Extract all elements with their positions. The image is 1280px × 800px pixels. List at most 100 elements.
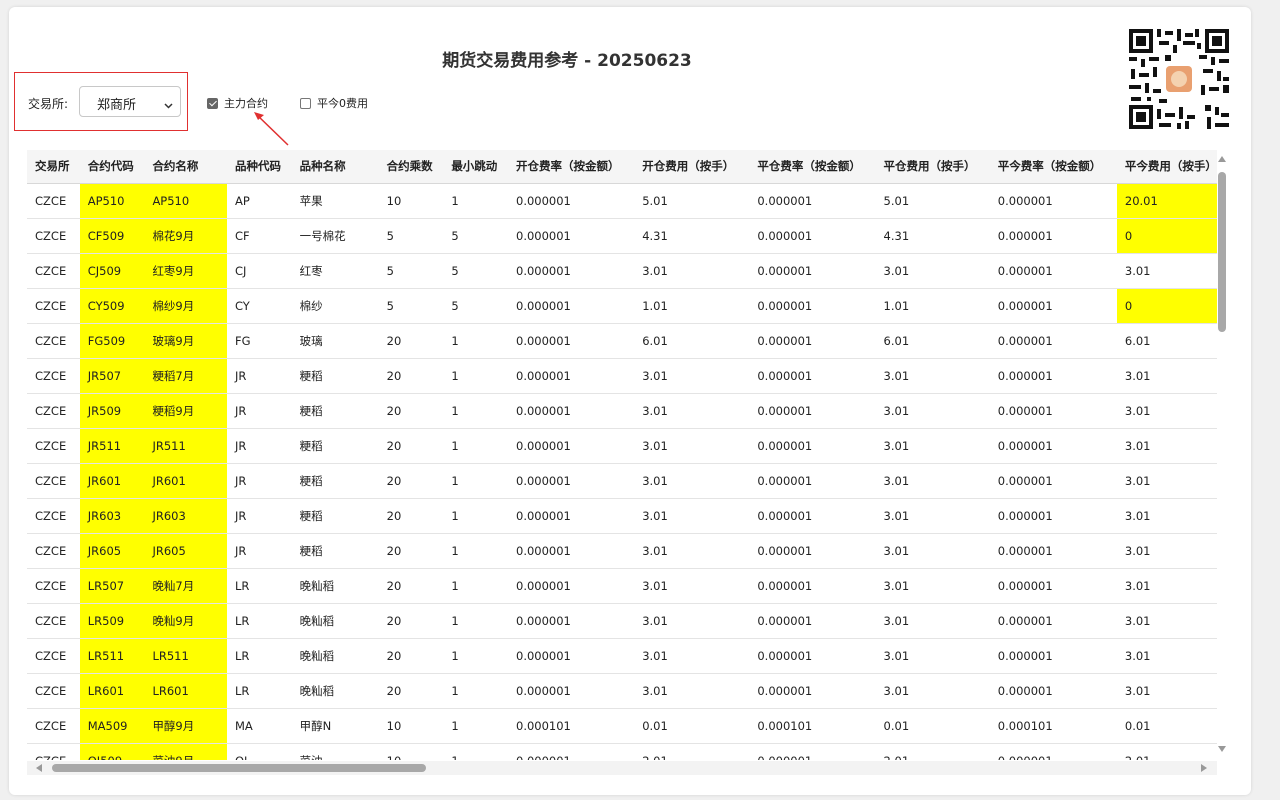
table-cell: 0.000001 xyxy=(508,428,635,464)
table-row[interactable]: CZCE CF509 棉花9月 CF 一号棉花 5 5 0.000001 4.31 0.00000… xyxy=(27,218,1217,254)
table-cell: 5 xyxy=(443,288,508,324)
table-cell: 0.000101 xyxy=(508,708,635,744)
exchange-select[interactable]: 郑商所 xyxy=(79,86,181,117)
table-cell: 20 xyxy=(378,603,444,639)
table-cell: 2.01 xyxy=(875,743,990,760)
table-cell: CZCE xyxy=(27,218,80,254)
table-cell: 0.000101 xyxy=(749,708,876,744)
scroll-left-icon[interactable] xyxy=(36,764,42,772)
main-contract-check-box[interactable] xyxy=(207,97,218,109)
table-cell: 1 xyxy=(443,708,508,744)
table-cell: 棉纱9月 xyxy=(144,288,227,324)
horizontal-scrollbar[interactable] xyxy=(27,761,1217,775)
table-cell: 0.000001 xyxy=(989,253,1117,289)
table-cell: 3.01 xyxy=(634,358,750,394)
table-row[interactable]: CZCE FG509 玻璃9月 FG 玻璃 20 1 0.000001 6.01 0.000001… xyxy=(27,323,1217,359)
column-header: 品种代码 xyxy=(226,150,292,184)
table-cell: 粳稻 xyxy=(291,463,379,499)
table-cell: 3.01 xyxy=(1116,568,1217,604)
table-row[interactable]: CZCE LR509 晚籼9月 LR 晚籼稻 20 1 0.000001 3.01 0.00000… xyxy=(27,603,1217,639)
table-row[interactable]: CZCE JR603 JR603 JR 粳稻 20 1 0.000001 3.01 0.00000… xyxy=(27,498,1217,534)
table-cell: OI509 xyxy=(79,743,145,760)
table-cell: 一号棉花 xyxy=(291,218,379,254)
table-cell: 0.000001 xyxy=(508,568,635,604)
table-cell: 5 xyxy=(378,288,444,324)
table-row[interactable]: CZCE JR509 粳稻9月 JR 粳稻 20 1 0.000001 3.01 0.000001… xyxy=(27,393,1217,429)
table-cell: 0.000001 xyxy=(989,533,1117,569)
table-cell: JR603 xyxy=(79,498,145,534)
table-row[interactable]: CZCE LR511 LR511 LR 晚籼稻 20 1 0.000001 3.01 0.0000… xyxy=(27,638,1217,674)
column-header: 平今费率（按金额） xyxy=(989,150,1117,184)
table-row[interactable]: CZCE JR511 JR511 JR 粳稻 20 1 0.000001 3.01 0.00000… xyxy=(27,428,1217,464)
table-row[interactable]: CZCE MA509 甲醇9月 MA 甲醇N 10 1 0.000101 0.01 0.00010… xyxy=(27,708,1217,744)
table-cell: 1 xyxy=(443,603,508,639)
table-cell: 3.01 xyxy=(634,638,750,674)
table-cell: CF509 xyxy=(79,218,145,254)
table-cell: 5.01 xyxy=(634,183,750,219)
vertical-scroll-thumb[interactable] xyxy=(1218,172,1226,332)
table-cell: 0.000001 xyxy=(989,463,1117,499)
table-cell: 粳稻 xyxy=(291,358,379,394)
table-cell: JR xyxy=(226,428,292,464)
table-cell: LR511 xyxy=(79,638,145,674)
table-row[interactable]: CZCE JR601 JR601 JR 粳稻 20 1 0.000001 3.01 0.00000… xyxy=(27,463,1217,499)
scroll-down-icon[interactable] xyxy=(1218,746,1226,752)
table-cell: 0.000001 xyxy=(508,183,635,219)
scroll-up-icon[interactable] xyxy=(1218,156,1226,162)
table-cell: 1 xyxy=(443,498,508,534)
table-cell: 5 xyxy=(378,253,444,289)
vertical-scrollbar[interactable] xyxy=(1217,156,1227,752)
table-row[interactable]: CZCE JR507 粳稻7月 JR 粳稻 20 1 0.000001 3.01 0.000001… xyxy=(27,358,1217,394)
table-cell: 3.01 xyxy=(875,498,990,534)
table-cell: 3.01 xyxy=(1116,463,1217,499)
table-cell: JR603 xyxy=(144,498,227,534)
table-row[interactable]: CZCE LR601 LR601 LR 晚籼稻 20 1 0.000001 3.01 0.0000… xyxy=(27,673,1217,709)
fees-table-container[interactable]: 交易所 合约代码 合约名称 品种代码 品种名称 合约乘数 最小跳动 开仓费率（按金额） 开仓费用… xyxy=(27,150,1217,760)
close-today-zero-check-box[interactable] xyxy=(300,97,311,109)
table-cell: 菜油9月 xyxy=(144,743,227,760)
table-cell: 20 xyxy=(378,358,444,394)
table-cell: 0.000001 xyxy=(989,603,1117,639)
column-header: 开仓费用（按手） xyxy=(634,150,750,184)
table-cell: 晚籼稻 xyxy=(291,673,379,709)
table-cell: 苹果 xyxy=(291,183,379,219)
table-cell: 3.01 xyxy=(1116,603,1217,639)
table-cell: CZCE xyxy=(27,638,80,674)
table-cell: 3.01 xyxy=(634,673,750,709)
table-cell: 3.01 xyxy=(634,498,750,534)
table-row[interactable]: CZCE CJ509 红枣9月 CJ 红枣 5 5 0.000001 3.01 0.000001 3… xyxy=(27,253,1217,289)
table-cell: CY509 xyxy=(79,288,145,324)
table-row[interactable]: CZCE LR507 晚籼7月 LR 晚籼稻 20 1 0.000001 3.01 0.00000… xyxy=(27,568,1217,604)
table-cell: 1 xyxy=(443,568,508,604)
table-cell: 0.000001 xyxy=(989,428,1117,464)
table-row[interactable]: CZCE CY509 棉纱9月 CY 棉纱 5 5 0.000001 1.01 0.000001 1… xyxy=(27,288,1217,324)
table-cell: CZCE xyxy=(27,288,80,324)
table-cell: LR xyxy=(226,673,292,709)
table-cell: JR507 xyxy=(79,358,145,394)
scroll-right-icon[interactable] xyxy=(1201,764,1207,772)
table-cell: 3.01 xyxy=(1116,358,1217,394)
table-cell: 红枣9月 xyxy=(144,253,227,289)
table-cell: CZCE xyxy=(27,393,80,429)
table-cell: 红枣 xyxy=(291,253,379,289)
table-cell: 晚籼稻 xyxy=(291,603,379,639)
table-cell: 0.01 xyxy=(634,708,750,744)
table-cell: OI xyxy=(226,743,292,760)
table-row[interactable]: CZCEOI509菜油9月OI菜油1010.0000012.010.000001… xyxy=(27,743,1217,760)
table-cell: 3.01 xyxy=(1116,253,1217,289)
table-cell: 2.01 xyxy=(634,743,750,760)
table-cell: 0.000001 xyxy=(749,673,876,709)
table-cell: 3.01 xyxy=(875,253,990,289)
table-cell: 晚籼稻 xyxy=(291,568,379,604)
close-today-zero-checkbox[interactable]: 平今0费用 xyxy=(300,95,368,111)
table-row[interactable]: CZCE JR605 JR605 JR 粳稻 20 1 0.000001 3.01 0.00000… xyxy=(27,533,1217,569)
table-cell: 0.000001 xyxy=(508,603,635,639)
table-row[interactable]: CZCE AP510 AP510 AP 苹果 10 1 0.000001 5.01 0.00000… xyxy=(27,183,1217,219)
table-cell: 玻璃9月 xyxy=(144,323,227,359)
table-cell: 3.01 xyxy=(1116,638,1217,674)
table-cell: CZCE xyxy=(27,183,80,219)
table-cell: JR511 xyxy=(144,428,227,464)
horizontal-scroll-thumb[interactable] xyxy=(52,764,426,772)
table-cell: 0.000001 xyxy=(989,218,1117,254)
table-cell: 6.01 xyxy=(1116,323,1217,359)
